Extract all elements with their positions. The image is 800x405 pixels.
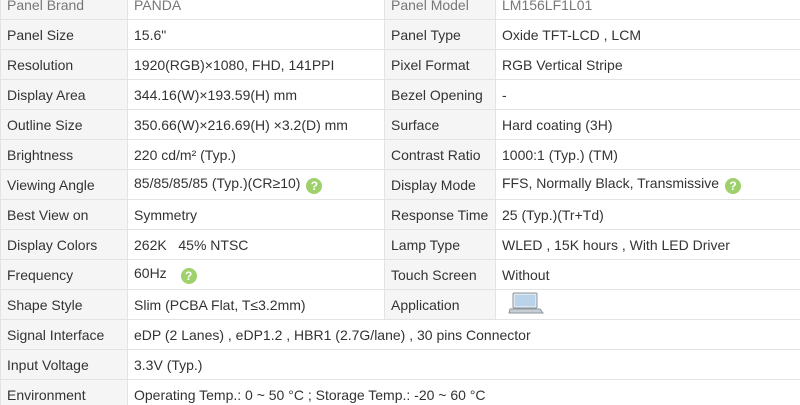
label-surface: Surface	[384, 109, 496, 140]
value-application	[495, 289, 800, 320]
value-touch-screen: Without	[495, 259, 800, 290]
label-panel-type: Panel Type	[384, 19, 496, 50]
label-pixel-format: Pixel Format	[384, 49, 496, 80]
value-environment: Operating Temp.: 0 ~ 50 °C ; Storage Tem…	[127, 379, 800, 405]
value-pixel-format: RGB Vertical Stripe	[495, 49, 800, 80]
value-response-time: 25 (Typ.)(Tr+Td)	[495, 199, 800, 230]
label-bezel-opening: Bezel Opening	[384, 79, 496, 110]
spec-table: Panel Brand PANDA Panel Model LM156LF1L0…	[0, 0, 800, 405]
value-viewing-angle: 85/85/85/85 (Typ.)(CR≥10)	[134, 175, 301, 191]
value-brightness: 220 cd/m² (Typ.)	[127, 139, 385, 170]
spec-row-panel-brand: Panel Brand PANDA Panel Model LM156LF1L0…	[0, 0, 800, 20]
label-resolution: Resolution	[0, 49, 128, 80]
label-panel-brand: Panel Brand	[0, 0, 128, 20]
label-shape-style: Shape Style	[0, 289, 128, 320]
value-best-view: Symmetry	[127, 199, 385, 230]
value-bezel-opening: -	[495, 79, 800, 110]
value-frequency: 60Hz	[134, 265, 167, 281]
value-display-colors: 262K 45% NTSC	[127, 229, 385, 260]
spec-row-display-area: Display Area 344.16(W)×193.59(H) mm Beze…	[0, 79, 800, 110]
spec-row-outline-size: Outline Size 350.66(W)×216.69(H) ×3.2(D)…	[0, 109, 800, 140]
spec-row-display-colors: Display Colors 262K 45% NTSC Lamp Type W…	[0, 229, 800, 260]
spec-row-shape-style: Shape Style Slim (PCBA Flat, T≤3.2mm) Ap…	[0, 289, 800, 320]
label-display-colors: Display Colors	[0, 229, 128, 260]
label-brightness: Brightness	[0, 139, 128, 170]
label-signal-interface: Signal Interface	[0, 319, 128, 350]
label-viewing-angle: Viewing Angle	[0, 169, 128, 200]
help-icon[interactable]: ?	[180, 268, 197, 284]
label-input-voltage: Input Voltage	[0, 349, 128, 380]
spec-row-resolution: Resolution 1920(RGB)×1080, FHD, 141PPI P…	[0, 49, 800, 80]
value-outline-size: 350.66(W)×216.69(H) ×3.2(D) mm	[127, 109, 385, 140]
value-signal-interface: eDP (2 Lanes) , eDP1.2 , HBR1 (2.7G/lane…	[127, 319, 800, 350]
label-frequency: Frequency	[0, 259, 128, 290]
spec-row-input-voltage: Input Voltage 3.3V (Typ.)	[0, 349, 800, 380]
value-contrast-ratio: 1000:1 (Typ.) (TM)	[495, 139, 800, 170]
label-panel-size: Panel Size	[0, 19, 128, 50]
label-panel-model: Panel Model	[384, 0, 496, 20]
value-lamp-type: WLED , 15K hours , With LED Driver	[495, 229, 800, 260]
value-panel-type: Oxide TFT-LCD , LCM	[495, 19, 800, 50]
value-resolution: 1920(RGB)×1080, FHD, 141PPI	[127, 49, 385, 80]
laptop-icon[interactable]	[508, 291, 544, 318]
spec-row-environment: Environment Operating Temp.: 0 ~ 50 °C ;…	[0, 379, 800, 405]
label-lamp-type: Lamp Type	[384, 229, 496, 260]
label-application: Application	[384, 289, 496, 320]
label-response-time: Response Time	[384, 199, 496, 230]
value-display-area: 344.16(W)×193.59(H) mm	[127, 79, 385, 110]
label-best-view: Best View on	[0, 199, 128, 230]
value-viewing-angle-cell: 85/85/85/85 (Typ.)(CR≥10)?	[127, 169, 385, 200]
label-outline-size: Outline Size	[0, 109, 128, 140]
help-icon[interactable]: ?	[725, 178, 742, 194]
value-panel-size: 15.6"	[127, 19, 385, 50]
spec-row-frequency: Frequency 60Hz? Touch Screen Without	[0, 259, 800, 290]
value-surface: Hard coating (3H)	[495, 109, 800, 140]
help-icon[interactable]: ?	[306, 178, 323, 194]
spec-row-viewing-angle: Viewing Angle 85/85/85/85 (Typ.)(CR≥10)?…	[0, 169, 800, 200]
value-shape-style: Slim (PCBA Flat, T≤3.2mm)	[127, 289, 385, 320]
value-panel-brand: PANDA	[127, 0, 385, 20]
spec-row-brightness: Brightness 220 cd/m² (Typ.) Contrast Rat…	[0, 139, 800, 170]
label-contrast-ratio: Contrast Ratio	[384, 139, 496, 170]
label-display-mode: Display Mode	[384, 169, 496, 200]
spec-row-panel-size: Panel Size 15.6" Panel Type Oxide TFT-LC…	[0, 19, 800, 50]
value-frequency-cell: 60Hz?	[127, 259, 385, 290]
label-environment: Environment	[0, 379, 128, 405]
value-display-mode-cell: FFS, Normally Black, Transmissive?	[495, 169, 800, 200]
label-touch-screen: Touch Screen	[384, 259, 496, 290]
spec-sheet: Panel Brand PANDA Panel Model LM156LF1L0…	[0, 0, 800, 405]
spec-row-signal-interface: Signal Interface eDP (2 Lanes) , eDP1.2 …	[0, 319, 800, 350]
value-display-mode: FFS, Normally Black, Transmissive	[502, 175, 720, 191]
spec-row-best-view: Best View on Symmetry Response Time 25 (…	[0, 199, 800, 230]
label-display-area: Display Area	[0, 79, 128, 110]
value-panel-model: LM156LF1L01	[495, 0, 800, 20]
value-input-voltage: 3.3V (Typ.)	[127, 349, 800, 380]
